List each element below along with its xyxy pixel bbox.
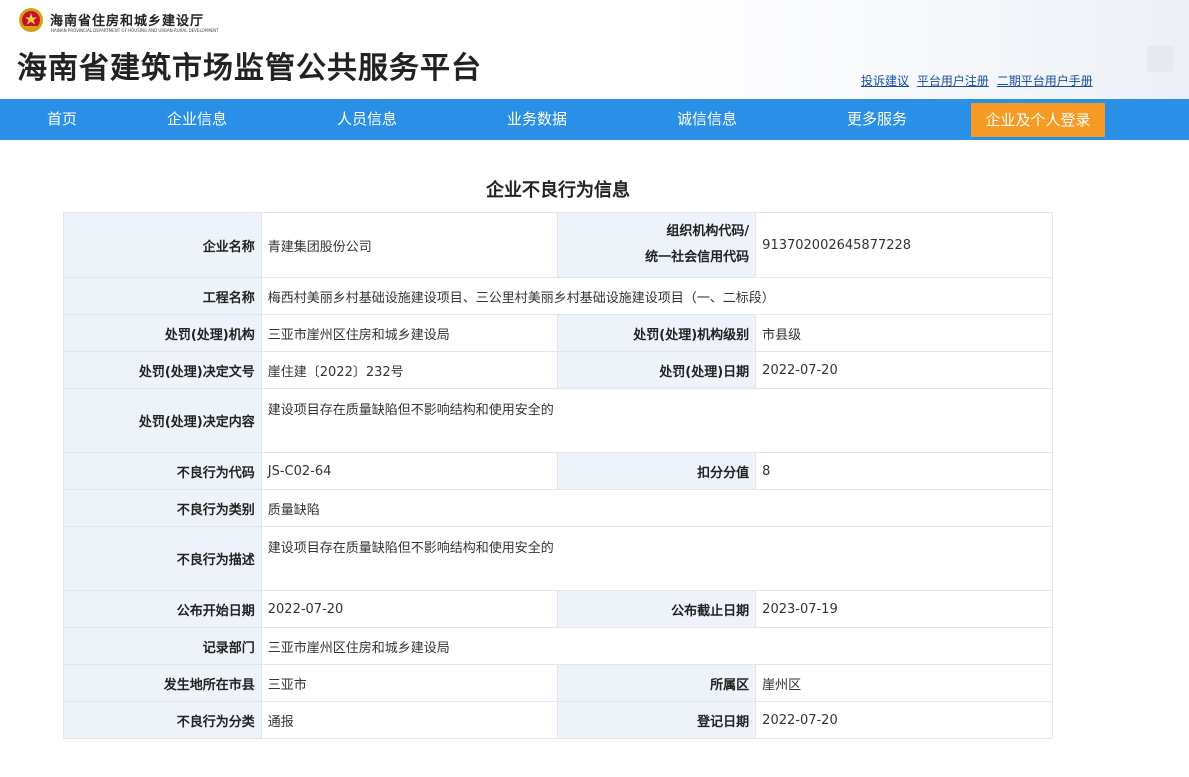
org-code-label: 组织机构代码/ 统一社会信用代码 [557, 212, 757, 278]
publish-end-value: 2023-07-19 [755, 590, 1053, 628]
nav-business-data[interactable]: 业务数据 [497, 99, 577, 140]
behavior-code-label: 不良行为代码 [63, 452, 262, 490]
department-name: 海南省住房和城乡建设厅 [50, 14, 205, 29]
behavior-desc-value: 建设项目存在质量缺陷但不影响结构和使用安全的 [260, 526, 1054, 591]
behavior-code-value: JS-C02-64 [260, 452, 559, 490]
behavior-category-label: 不良行为类别 [63, 489, 262, 527]
bad-behavior-info-table: 企业名称 青建集团股份公司 组织机构代码/ 统一社会信用代码 913702002… [63, 212, 1054, 739]
project-name-value: 梅西村美丽乡村基础设施建设项目、三公里村美丽乡村基础设施建设项目（一、二标段） [260, 277, 1054, 315]
record-dept-value: 三亚市崖州区住房和城乡建设局 [260, 627, 1054, 665]
table-row: 处罚(处理)决定内容 建设项目存在质量缺陷但不影响结构和使用安全的 [63, 388, 1054, 453]
table-row: 工程名称 梅西村美丽乡村基础设施建设项目、三公里村美丽乡村基础设施建设项目（一、… [63, 277, 1054, 315]
register-date-label: 登记日期 [557, 701, 757, 739]
table-row: 记录部门 三亚市崖州区住房和城乡建设局 [63, 627, 1054, 665]
district-label: 所属区 [557, 664, 757, 702]
org-code-value: 913702002645877228 [755, 212, 1053, 278]
publish-start-label: 公布开始日期 [63, 590, 262, 628]
complaint-link[interactable]: 投诉建议 [861, 74, 909, 88]
table-row: 不良行为分类 通报 登记日期 2022-07-20 [63, 701, 1053, 739]
table-row: 发生地所在市县 三亚市 所属区 崖州区 [63, 664, 1053, 702]
score-value: 8 [755, 452, 1053, 490]
table-row: 处罚(处理)机构 三亚市崖州区住房和城乡建设局 处罚(处理)机构级别 市县级 [63, 314, 1053, 352]
agency-label: 处罚(处理)机构 [63, 314, 262, 352]
penalty-date-label: 处罚(处理)日期 [557, 351, 757, 389]
behavior-desc-label: 不良行为描述 [63, 526, 262, 591]
city-value: 三亚市 [260, 664, 559, 702]
register-link[interactable]: 平台用户注册 [917, 74, 989, 88]
behavior-class-value: 通报 [260, 701, 559, 739]
user-manual-link[interactable]: 二期平台用户手册 [997, 74, 1093, 88]
agency-level-value: 市县级 [755, 314, 1053, 352]
table-row: 公布开始日期 2022-07-20 公布截止日期 2023-07-19 [63, 590, 1053, 628]
district-value: 崖州区 [755, 664, 1053, 702]
company-name-value: 青建集团股份公司 [260, 212, 559, 278]
login-button[interactable]: 企业及个人登录 [971, 103, 1105, 137]
page-title: 企业不良行为信息 [486, 180, 630, 201]
department-english-name: HAINAN PROVINCIAL DEPARTMENT OF HOUSING … [51, 28, 219, 33]
publish-end-label: 公布截止日期 [557, 590, 757, 628]
company-name-label: 企业名称 [63, 212, 262, 278]
decision-doc-no-label: 处罚(处理)决定文号 [63, 351, 262, 389]
agency-value: 三亚市崖州区住房和城乡建设局 [260, 314, 559, 352]
penalty-date-value: 2022-07-20 [755, 351, 1053, 389]
decision-content-value: 建设项目存在质量缺陷但不影响结构和使用安全的 [260, 388, 1054, 453]
behavior-class-label: 不良行为分类 [63, 701, 262, 739]
table-row: 不良行为类别 质量缺陷 [63, 489, 1054, 527]
score-label: 扣分分值 [557, 452, 757, 490]
org-code-label-line1: 组织机构代码/ [666, 224, 750, 239]
record-dept-label: 记录部门 [63, 627, 262, 665]
nav-home[interactable]: 首页 [22, 99, 102, 140]
decision-content-label: 处罚(处理)决定内容 [63, 388, 262, 453]
publish-start-value: 2022-07-20 [260, 590, 559, 628]
nav-credit-info[interactable]: 诚信信息 [667, 99, 747, 140]
top-links: 投诉建议 平台用户注册 二期平台用户手册 [861, 72, 1097, 89]
agency-level-label: 处罚(处理)机构级别 [557, 314, 757, 352]
city-label: 发生地所在市县 [63, 664, 262, 702]
table-row: 处罚(处理)决定文号 崖住建〔2022〕232号 处罚(处理)日期 2022-0… [63, 351, 1053, 389]
header-decoration [1147, 46, 1173, 72]
national-emblem-icon [19, 8, 43, 32]
nav-personnel-info[interactable]: 人员信息 [327, 99, 407, 140]
org-code-label-line2: 统一社会信用代码 [645, 250, 750, 265]
register-date-value: 2022-07-20 [755, 701, 1053, 739]
project-name-label: 工程名称 [63, 277, 262, 315]
table-row: 企业名称 青建集团股份公司 组织机构代码/ 统一社会信用代码 913702002… [63, 212, 1053, 278]
decision-doc-no-value: 崖住建〔2022〕232号 [260, 351, 559, 389]
nav-more-services[interactable]: 更多服务 [837, 99, 917, 140]
behavior-category-value: 质量缺陷 [260, 489, 1054, 527]
table-row: 不良行为描述 建设项目存在质量缺陷但不影响结构和使用安全的 [63, 526, 1054, 591]
table-row: 不良行为代码 JS-C02-64 扣分分值 8 [63, 452, 1053, 490]
site-header: 海南省住房和城乡建设厅 HAINAN PROVINCIAL DEPARTMENT… [0, 0, 1189, 99]
site-title: 海南省建筑市场监管公共服务平台 [17, 51, 482, 86]
nav-company-info[interactable]: 企业信息 [157, 99, 237, 140]
